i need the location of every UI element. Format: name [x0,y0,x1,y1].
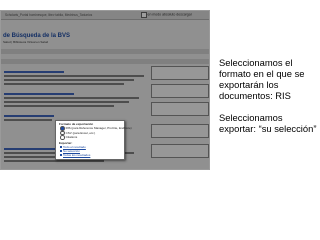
result-title[interactable] [4,71,64,73]
sidebar-box[interactable] [151,124,209,138]
bullet-icon [60,149,62,152]
bullet-icon [60,153,62,156]
page-title: de Búsqueda de la BVS [3,33,71,39]
sidebar-box[interactable] [151,102,209,116]
page-subtitle: Salud | Biblioteca Virtual en Salud [3,40,49,44]
format-option-other[interactable]: Citations [60,135,77,140]
sidebar-filters [151,66,209,166]
screenshot-panel: Scholaris_Portal hominesque, libro·tabli… [0,10,210,170]
result-line [4,79,134,81]
sidebar-box[interactable] [151,66,209,80]
result-title[interactable] [4,115,54,117]
sidebar-box[interactable] [151,144,209,158]
sidebar-box[interactable] [151,84,209,98]
browser-toolbar: en modo absoluto descargar [141,12,192,18]
result-line [4,119,52,121]
instruction-text: Seleccionamos el formato en el que se ex… [219,57,319,145]
result-line [4,105,114,107]
tab-title[interactable]: Scholaris_Portal hominesque, libro·tabli… [5,13,92,17]
result-line [4,83,124,85]
result-title[interactable] [4,93,74,95]
bullet-icon [60,145,62,148]
result-line [4,160,104,162]
export-dialog: Formato de exportación RIS (para Referen… [55,120,132,160]
result-line [4,97,139,99]
radio-icon[interactable] [60,135,65,140]
result-line [4,75,144,77]
filter-bar[interactable] [1,59,209,64]
search-bar[interactable] [1,49,209,54]
instruction-format: Seleccionamos el formato en el que se ex… [219,57,305,101]
result-line [4,101,129,103]
instruction-export: Seleccionamos exportar: “su selección” [219,112,317,134]
export-page-link[interactable]: Todos los resultados [60,153,90,157]
toolbar-label: en modo absoluto descargar [147,12,192,17]
checkbox-icon[interactable] [141,12,147,18]
